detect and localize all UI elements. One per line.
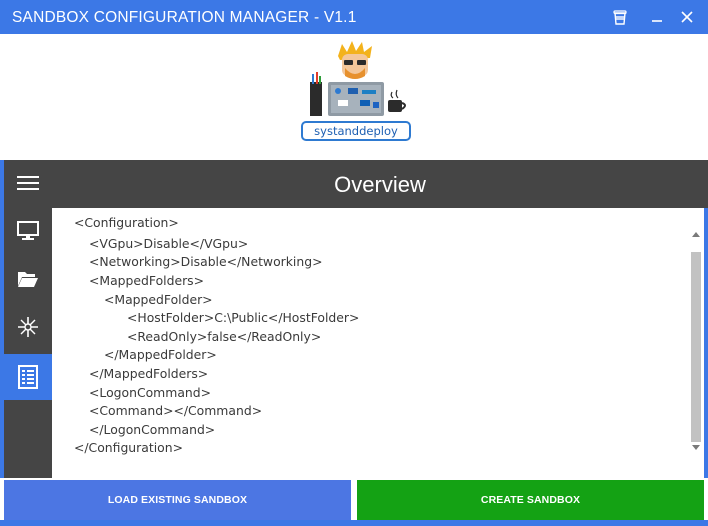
- window-bottom-border: [0, 520, 708, 526]
- title-bar: SANDBOX CONFIGURATION MANAGER - V1.1: [0, 0, 708, 34]
- sidebar-item-mapped-folders[interactable]: [4, 256, 52, 302]
- xml-preview[interactable]: <Configuration> <VGpu>Disable</VGpu> <Ne…: [52, 208, 688, 478]
- coffee-cup-icon[interactable]: [605, 0, 635, 34]
- logo-text: systanddeploy: [314, 124, 398, 138]
- scroll-down-arrow-icon[interactable]: [688, 442, 704, 454]
- minimize-button[interactable]: [642, 0, 672, 34]
- sidebar: [4, 160, 52, 478]
- xml-line: <ReadOnly>false</ReadOnly>: [127, 329, 322, 344]
- xml-line: <VGpu>Disable</VGpu>: [89, 236, 249, 251]
- sparkle-icon: [18, 317, 38, 337]
- xml-line: <Configuration>: [74, 215, 179, 230]
- menu-icon: [17, 176, 39, 190]
- xml-line: <HostFolder>C:\Public</HostFolder>: [127, 310, 360, 325]
- close-button[interactable]: [672, 0, 702, 34]
- folder-open-icon: [18, 272, 38, 287]
- xml-line: <MappedFolders>: [89, 273, 205, 288]
- xml-line: </MappedFolder>: [104, 347, 217, 362]
- sidebar-item-general[interactable]: [4, 208, 52, 254]
- minimize-icon: [652, 20, 662, 22]
- systanddeploy-logo: systanddeploy: [300, 38, 412, 150]
- load-existing-sandbox-button[interactable]: LOAD EXISTING SANDBOX: [4, 480, 351, 520]
- xml-line: <MappedFolder>: [104, 292, 213, 307]
- scroll-up-arrow-icon[interactable]: [688, 228, 704, 240]
- vertical-scrollbar[interactable]: [688, 208, 704, 478]
- sidebar-item-logon-command[interactable]: [4, 304, 52, 350]
- document-list-icon: [18, 365, 38, 389]
- xml-line: </Configuration>: [74, 440, 183, 455]
- logo-area: systanddeploy: [0, 34, 708, 160]
- page-header: Overview: [52, 160, 708, 208]
- window-title: SANDBOX CONFIGURATION MANAGER - V1.1: [12, 9, 357, 26]
- action-bar: LOAD EXISTING SANDBOX CREATE SANDBOX: [0, 478, 708, 526]
- sidebar-item-overview[interactable]: [4, 354, 52, 400]
- scrollbar-thumb[interactable]: [691, 252, 701, 442]
- create-sandbox-button[interactable]: CREATE SANDBOX: [357, 480, 704, 520]
- page-title: Overview: [334, 172, 426, 197]
- xml-line: </MappedFolders>: [89, 366, 209, 381]
- monitor-icon: [17, 221, 39, 240]
- close-icon: [681, 11, 693, 23]
- xml-line: <Command></Command>: [89, 403, 263, 418]
- xml-line: </LogonCommand>: [89, 422, 216, 437]
- sidebar-menu-button[interactable]: [4, 160, 52, 206]
- xml-line: <LogonCommand>: [89, 385, 212, 400]
- xml-line: <Networking>Disable</Networking>: [89, 254, 323, 269]
